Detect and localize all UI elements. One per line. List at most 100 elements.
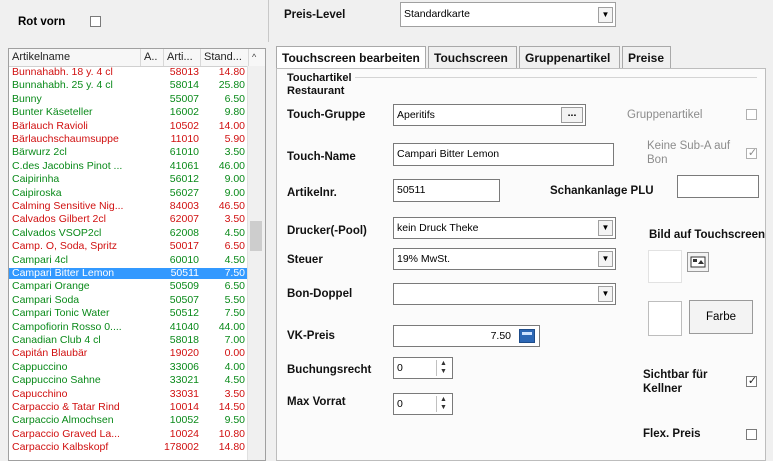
item-number: 10052 bbox=[169, 414, 199, 427]
section-subtitle: Restaurant bbox=[287, 85, 345, 97]
list-item[interactable]: Bärlauchschaumsuppe 11010 5.90 bbox=[9, 134, 249, 145]
list-item[interactable]: Bärlauch Ravioli 10502 14.00 bbox=[9, 119, 249, 132]
list-header: Artikelname A.. Arti... Stand... ^ bbox=[9, 49, 265, 67]
spinner-icon[interactable]: ▲ ▼ bbox=[436, 396, 450, 412]
list-item[interactable]: Campari Bitter Lemon 50511 7.50 bbox=[9, 268, 249, 280]
item-name: Camp. O, Soda, Spritz bbox=[12, 241, 118, 253]
item-number: 33021 bbox=[169, 374, 199, 387]
list-item[interactable]: Canadian Club 4 cl 58018 7.00 bbox=[9, 335, 249, 346]
touch-gruppe-browse-button[interactable]: ... bbox=[561, 107, 583, 123]
sort-up-icon[interactable]: ^ bbox=[252, 49, 256, 66]
list-item[interactable]: C.des Jacobins Pinot ... 41061 46.00 bbox=[9, 160, 249, 172]
item-price: 14.00 bbox=[218, 119, 245, 132]
list-item[interactable]: Calming Sensitive Nig... 84003 46.50 bbox=[9, 201, 249, 212]
preis-level-label: Preis-Level bbox=[284, 9, 346, 21]
item-name: Bunter Käseteller bbox=[12, 107, 93, 119]
item-name: Bärlauchschaumsuppe bbox=[12, 134, 119, 145]
item-number: 19020 bbox=[169, 347, 199, 360]
list-item[interactable]: Capitán Blaubär 19020 0.00 bbox=[9, 348, 249, 359]
chevron-down-icon[interactable]: ▼ bbox=[598, 7, 613, 23]
bon-doppel-label: Bon-Doppel bbox=[287, 288, 353, 300]
list-item[interactable]: Campari Soda 50507 5.50 bbox=[9, 293, 249, 306]
item-name: Canadian Club 4 cl bbox=[12, 335, 101, 346]
col-standard[interactable]: Stand... bbox=[201, 49, 249, 66]
item-number: 10502 bbox=[169, 119, 199, 132]
sichtbar-checkbox[interactable]: ✓ bbox=[746, 375, 757, 387]
list-item[interactable]: Calvados Gilbert 2cl 62007 3.50 bbox=[9, 214, 249, 225]
item-number: 10024 bbox=[169, 427, 199, 440]
list-item[interactable]: Carpaccio Graved La... 10024 10.80 bbox=[9, 427, 249, 440]
list-item[interactable]: Caipirinha 56012 9.00 bbox=[9, 174, 249, 185]
buchungsrecht-value: 0 bbox=[397, 362, 403, 374]
list-item[interactable]: Campari 4cl 60010 4.50 bbox=[9, 253, 249, 266]
col-artikelnr[interactable]: Arti... bbox=[164, 49, 201, 66]
list-item[interactable]: Carpaccio & Tatar Rind 10014 14.50 bbox=[9, 402, 249, 413]
list-item[interactable]: Bärwurz 2cl 61010 3.50 bbox=[9, 147, 249, 158]
list-item[interactable]: Bunnahabh. 18 y. 4 cl 58013 14.80 bbox=[9, 67, 249, 78]
gruppenartikel-checkbox[interactable] bbox=[746, 109, 757, 120]
item-name: Carpaccio & Tatar Rind bbox=[12, 402, 120, 413]
item-price: 7.00 bbox=[224, 334, 245, 346]
list-item[interactable]: Campari Tonic Water 50512 7.50 bbox=[9, 308, 249, 319]
list-item[interactable]: Bunter Käseteller 16002 9.80 bbox=[9, 107, 249, 118]
item-price: 9.80 bbox=[224, 106, 245, 119]
list-item[interactable]: Bunnahabh. 25 y. 4 cl 58014 25.80 bbox=[9, 80, 249, 91]
list-item[interactable]: Campofiorin Rosso 0.... 41040 44.00 bbox=[9, 321, 249, 333]
touch-gruppe-field[interactable]: Aperitifs ... bbox=[393, 104, 586, 126]
item-name: Campari Soda bbox=[12, 294, 80, 306]
chevron-down-icon[interactable]: ▼ bbox=[598, 251, 613, 267]
schankanlage-input[interactable] bbox=[677, 175, 759, 198]
article-list[interactable]: Artikelname A.. Arti... Stand... ^ Bunna… bbox=[8, 48, 266, 461]
list-item[interactable]: Capucchino 33031 3.50 bbox=[9, 387, 249, 400]
list-item[interactable]: Cappuccino Sahne 33021 4.50 bbox=[9, 375, 249, 386]
flex-preis-checkbox[interactable] bbox=[746, 429, 757, 440]
tab-touchscreen-bearbeiten[interactable]: Touchscreen bearbeiten bbox=[276, 46, 426, 68]
list-item[interactable]: Campari Orange 50509 6.50 bbox=[9, 281, 249, 292]
item-number: 16002 bbox=[169, 106, 199, 119]
max-vorrat-spinner[interactable]: 0 ▲ ▼ bbox=[393, 393, 453, 415]
vk-preis-value: 7.50 bbox=[490, 330, 511, 342]
item-number: 56012 bbox=[169, 173, 199, 186]
steuer-select[interactable]: 19% MwSt. ▼ bbox=[393, 248, 616, 270]
item-name: Campari Tonic Water bbox=[12, 308, 110, 320]
item-name: Calvados Gilbert 2cl bbox=[12, 214, 106, 226]
keine-sub-checkbox[interactable]: ✓ bbox=[746, 147, 757, 159]
spinner-icon[interactable]: ▲ ▼ bbox=[436, 360, 450, 376]
list-item[interactable]: Cappuccino 33006 4.00 bbox=[9, 360, 249, 373]
artikelnr-input[interactable]: 50511 bbox=[393, 179, 500, 202]
preis-level-select[interactable]: Standardkarte ▼ bbox=[400, 2, 616, 27]
tab-preise[interactable]: Preise bbox=[622, 46, 671, 68]
item-price: 4.50 bbox=[224, 253, 245, 266]
image-icon[interactable] bbox=[687, 252, 709, 272]
item-number: 33031 bbox=[169, 387, 199, 400]
item-number: 58014 bbox=[169, 79, 199, 92]
item-price: 14.80 bbox=[218, 441, 245, 454]
drucker-select[interactable]: kein Druck Theke ▼ bbox=[393, 217, 616, 239]
bon-doppel-select[interactable]: ▼ bbox=[393, 283, 616, 305]
list-scrollbar[interactable] bbox=[247, 66, 265, 460]
scrollbar-thumb[interactable] bbox=[250, 221, 262, 251]
calculator-icon[interactable] bbox=[519, 329, 535, 343]
list-item[interactable]: Caipiroska 56027 9.00 bbox=[9, 187, 249, 199]
vk-preis-field[interactable]: 7.50 bbox=[393, 325, 540, 347]
list-item[interactable]: Calvados VSOP2cl 62008 4.50 bbox=[9, 227, 249, 239]
touch-name-label: Touch-Name bbox=[287, 151, 356, 163]
buchungsrecht-spinner[interactable]: 0 ▲ ▼ bbox=[393, 357, 453, 379]
item-price: 5.50 bbox=[224, 293, 245, 306]
chevron-down-icon[interactable]: ▼ bbox=[598, 220, 613, 236]
list-item[interactable]: Carpaccio Almochsen 10052 9.50 bbox=[9, 415, 249, 426]
col-a[interactable]: A.. bbox=[141, 49, 164, 66]
item-price: 9.50 bbox=[224, 414, 245, 427]
list-item[interactable]: Camp. O, Soda, Spritz 50017 6.50 bbox=[9, 241, 249, 252]
chevron-down-icon[interactable]: ▼ bbox=[598, 286, 613, 302]
touch-name-input[interactable]: Campari Bitter Lemon bbox=[393, 143, 614, 166]
tab-touchscreen[interactable]: Touchscreen bbox=[428, 46, 517, 68]
list-item[interactable]: Carpaccio Kalbskopf 178002 14.80 bbox=[9, 442, 249, 453]
rot-vorn-checkbox[interactable] bbox=[90, 16, 101, 27]
col-artikelname[interactable]: Artikelname bbox=[9, 49, 141, 66]
list-item[interactable]: Bunny 55007 6.50 bbox=[9, 93, 249, 105]
item-number: 58018 bbox=[169, 334, 199, 346]
tab-gruppenartikel[interactable]: Gruppenartikel bbox=[519, 46, 620, 68]
farbe-button[interactable]: Farbe bbox=[689, 300, 753, 334]
item-price: 4.00 bbox=[224, 360, 245, 373]
